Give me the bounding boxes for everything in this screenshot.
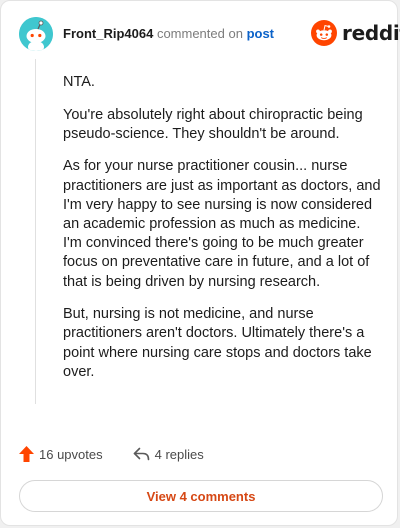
view-comments-button[interactable]: View 4 comments: [19, 480, 383, 512]
comment-paragraph: You're absolutely right about chiropract…: [63, 106, 363, 142]
username-link[interactable]: Front_Rip4064: [63, 26, 153, 41]
user-avatar[interactable]: [19, 17, 53, 51]
upvote-control[interactable]: 16 upvotes: [19, 446, 103, 462]
comment-paragraph: NTA.: [63, 74, 95, 90]
thread-line: [35, 59, 36, 404]
replies-control[interactable]: 4 replies: [133, 447, 204, 462]
comment-body: NTA. You're absolutely right about chiro…: [63, 73, 381, 395]
replies-count: 4 replies: [154, 446, 204, 462]
reply-arrow-icon: [133, 447, 149, 461]
comment-paragraph: But, nursing is not medicine, and nurse …: [63, 306, 372, 380]
action-text: commented on: [156, 26, 243, 41]
comment-paragraph: As for your nurse practitioner cousin...…: [63, 158, 381, 290]
snoo-avatar-icon: [19, 17, 53, 51]
comment-card: Front_Rip4064 commented on post reddit N…: [0, 0, 400, 526]
upvote-count: 16 upvotes: [39, 446, 103, 462]
reddit-logo[interactable]: reddit: [311, 20, 400, 46]
comment-stats: 16 upvotes 4 replies: [19, 446, 204, 462]
post-link[interactable]: post: [247, 26, 274, 41]
upvote-arrow-icon: [19, 446, 34, 462]
comment-header: Front_Rip4064 commented on post: [63, 26, 274, 42]
reddit-wordmark: reddit: [342, 21, 400, 45]
reddit-snoo-icon: [311, 20, 337, 46]
